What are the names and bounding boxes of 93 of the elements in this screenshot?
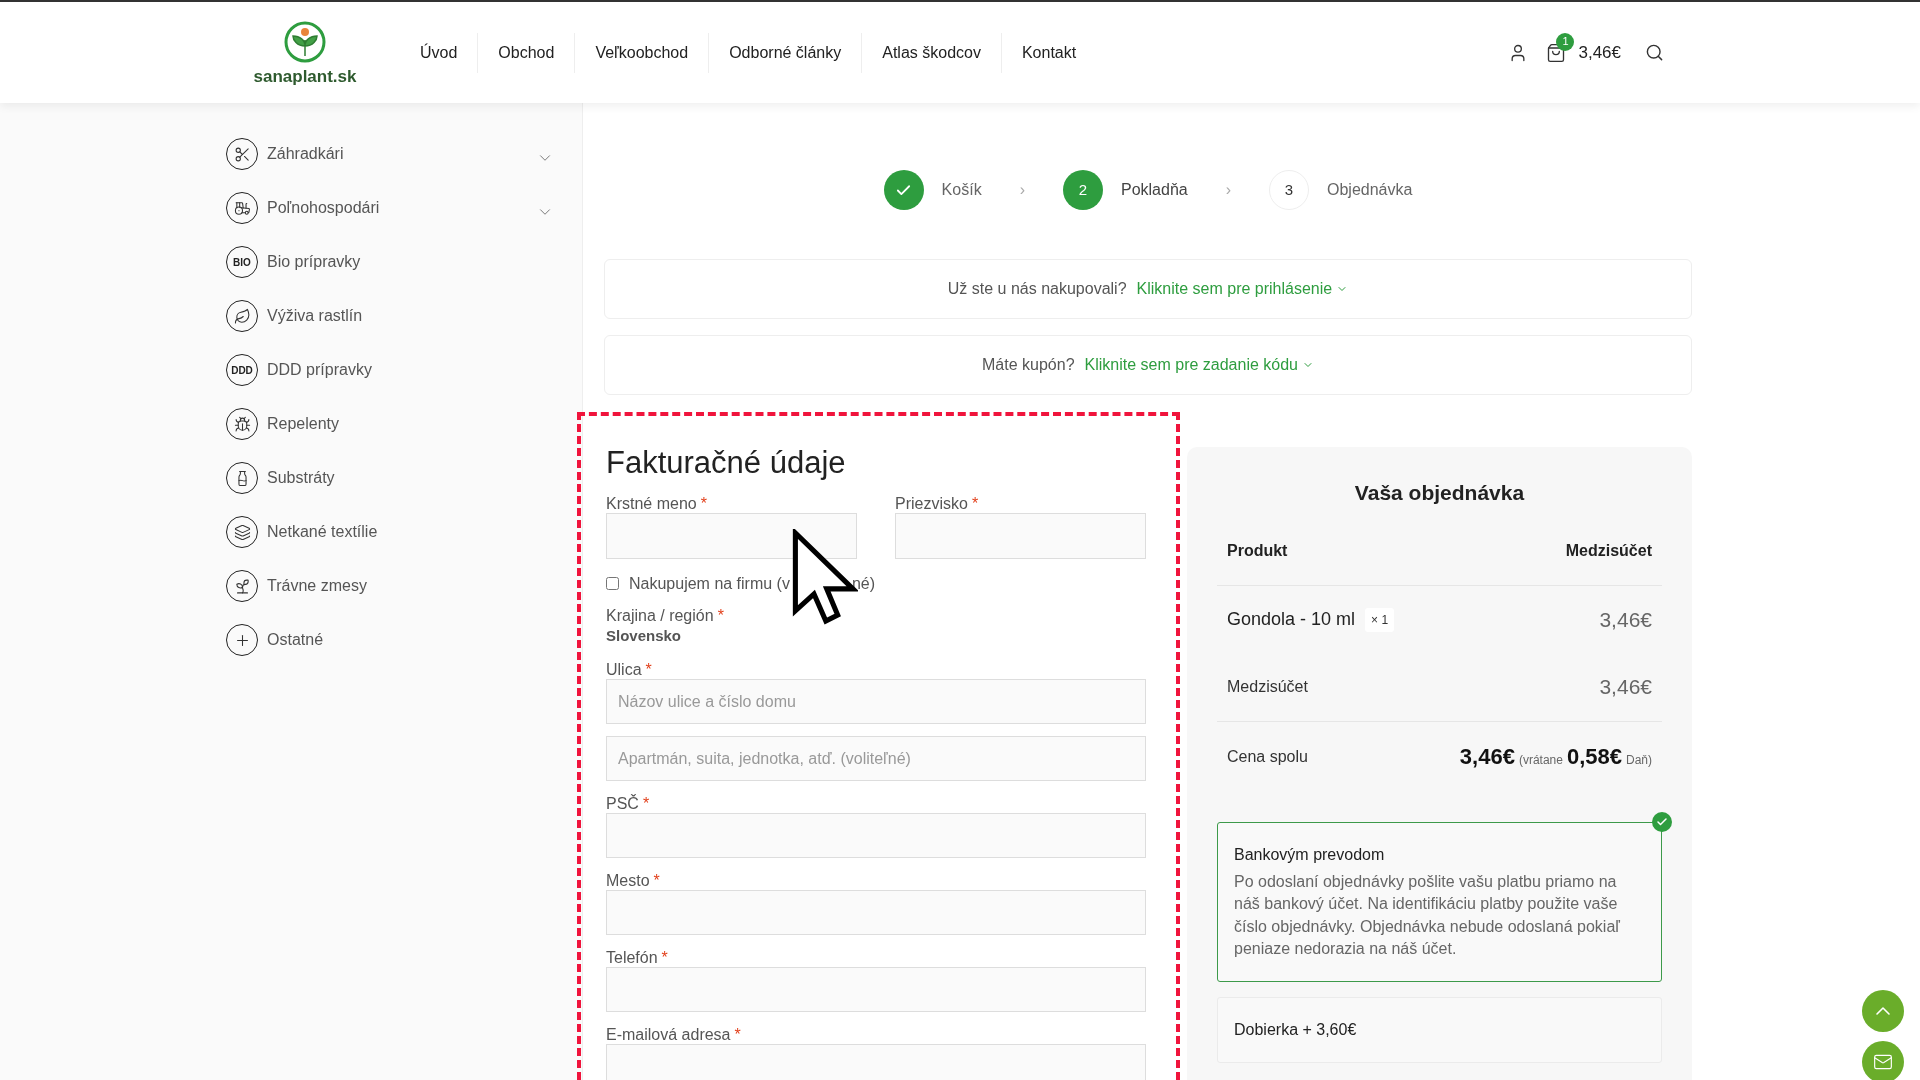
category-label: Ostatné (267, 630, 324, 650)
category-item[interactable]: Ostatné (226, 613, 554, 667)
category-label: Záhradkári (267, 144, 344, 164)
category-item[interactable]: Záhradkári (226, 127, 554, 181)
field-label: Mesto (606, 872, 650, 891)
nav-link[interactable]: Veľkoobchod (575, 40, 709, 65)
category-item[interactable]: DDD DDD prípravky (226, 343, 554, 397)
category-item[interactable]: Poľnohospodári (226, 181, 554, 235)
logo[interactable]: sanaplant.sk (250, 20, 360, 85)
required-mark: * (717, 606, 724, 625)
cart-count-badge: 1 (1556, 32, 1575, 51)
payment-title: Dobierka + 3,60€ (1234, 1019, 1358, 1040)
text-field[interactable] (606, 813, 1146, 859)
required-mark: * (971, 494, 979, 513)
subtotal-label: Medzisúčet (1227, 677, 1308, 697)
step-separator: › (1225, 180, 1231, 200)
checkbox-label: Nakupujem na firmu (v (629, 573, 790, 594)
field-label: Telefón (606, 949, 658, 968)
subtotal-value: 3,46€ (1599, 674, 1652, 701)
logo-text: sanaplant.sk (253, 68, 357, 85)
column-header: Medzisúčet (1565, 540, 1652, 561)
column-header: Produkt (1227, 540, 1288, 561)
search-icon[interactable] (1645, 43, 1664, 62)
nav-link[interactable]: Atlas škodcov (862, 40, 1001, 65)
step-number: 2 (1062, 170, 1103, 210)
category-item[interactable]: BIO Bio prípravky (226, 235, 554, 289)
text-field[interactable] (895, 512, 1146, 559)
category-label: DDD prípravky (267, 360, 372, 380)
payment-option[interactable] (1217, 821, 1662, 982)
category-label: Poľnohospodári (267, 198, 380, 218)
mail-button[interactable] (1862, 1041, 1904, 1080)
step-label: Košík (941, 180, 982, 200)
total-value: 3,46€ (1459, 743, 1515, 771)
category-item[interactable]: Výživa rastlín (226, 289, 554, 343)
category-label: Výživa rastlín (267, 306, 363, 326)
checkbox-label: né) (851, 573, 876, 594)
field-label: E-mailová adresa (606, 1026, 731, 1045)
category-label: Bio prípravky (267, 252, 361, 272)
country-value: Slovensko (606, 625, 683, 646)
tax-prefix: (vrátane (1518, 752, 1563, 769)
required-mark: * (645, 661, 652, 680)
required-mark: * (661, 949, 668, 968)
required-mark: * (700, 494, 707, 513)
company-checkbox[interactable] (606, 577, 619, 591)
order-title: Vaša objednávka (1353, 480, 1526, 506)
product-name: Gondola - 10 ml (1227, 608, 1356, 631)
required-mark: * (734, 1026, 741, 1045)
step-label: Pokladňa (1120, 180, 1188, 200)
category-item[interactable]: Substráty (226, 451, 554, 505)
tax-value: 0,58€ (1566, 743, 1622, 771)
product-price: 3,46€ (1599, 606, 1652, 633)
selected-check-icon (1652, 811, 1672, 832)
field-label: PSČ (606, 795, 639, 814)
category-item[interactable]: Repelenty (226, 397, 554, 451)
payment-title: Bankovým prevodom (1234, 844, 1386, 865)
field-label: Priezvisko (895, 494, 968, 513)
category-item[interactable]: Netkané textílie (226, 505, 554, 559)
text-field[interactable] (606, 1044, 1146, 1080)
category-label: Trávne zmesy (267, 576, 367, 596)
category-label: Netkané textílie (267, 522, 378, 542)
nav-link[interactable]: Kontakt (1001, 40, 1097, 65)
field-label: Ulica (606, 661, 642, 680)
step-label: Objednávka (1327, 180, 1413, 200)
scroll-up-button[interactable] (1862, 990, 1904, 1032)
required-mark: * (642, 795, 650, 814)
text-field[interactable] (606, 967, 1146, 1013)
nav-link[interactable]: Úvod (400, 40, 478, 65)
field-label: Krajina / región (606, 606, 714, 625)
tax-suffix: Daň) (1626, 752, 1652, 769)
text-field[interactable] (606, 890, 1146, 936)
text-field[interactable] (606, 512, 857, 559)
nav-link[interactable]: Obchod (478, 40, 575, 65)
notice-link[interactable]: Kliknite sem pre prihlásenie (1136, 277, 1349, 301)
notice-text: Už ste u nás nakupovali? (947, 279, 1127, 299)
step-separator: › (1019, 180, 1025, 200)
sprout-logo-icon (282, 20, 328, 64)
category-label: Substráty (267, 468, 335, 488)
billing-title: Fakturačné údaje (606, 444, 847, 482)
text-field[interactable]: Apartmán, suita, jednotka, atď. (voliteľné) (606, 736, 1146, 782)
payment-option[interactable]: Dobierka + 3,60€ (1217, 996, 1662, 1063)
payment-description: Po odoslaní objednávky pošlite vašu platbu priamo na náš bankový účet. Na identifikáciu platby použite vaše číslo objednávky. Objednávka nebude odoslaná pokiaľ peniaze nedorazia na náš účet. (1234, 871, 1621, 959)
total-label: Cena spolu (1227, 746, 1308, 767)
category-item[interactable]: Trávne zmesy (226, 559, 554, 613)
field-label: Krstné meno (606, 494, 697, 513)
required-mark: * (653, 872, 660, 891)
category-label: Repelenty (267, 414, 340, 434)
notice-link[interactable]: Kliknite sem pre zadanie kódu (1084, 353, 1314, 377)
mail-icon (1873, 1052, 1893, 1072)
notice-text: Máte kupón? (982, 355, 1075, 375)
cart-total[interactable]: 3,46€ (1578, 39, 1621, 66)
quantity-badge: × 1 (1365, 607, 1395, 632)
nav-link[interactable]: Odborné články (709, 40, 862, 65)
text-field[interactable]: Názov ulice a číslo domu (606, 679, 1146, 725)
